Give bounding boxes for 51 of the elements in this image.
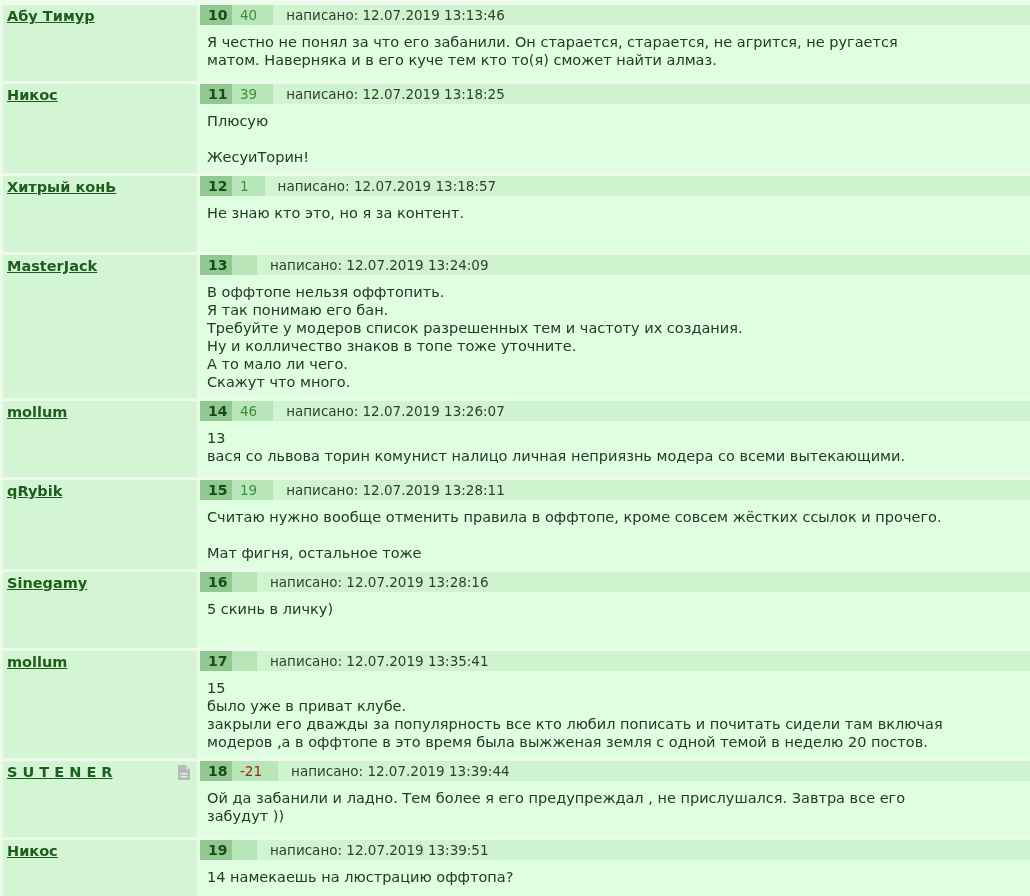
- post-text: Считаю нужно вообще отменить правила в оффтопе, кроме совсем жёстких ссылок и прочего. Мат фигня, остальное тоже: [207, 508, 943, 562]
- author-link[interactable]: qRybik: [7, 482, 63, 500]
- post-text: Плюсую ЖесуиТорин!: [207, 112, 311, 166]
- post-text: Не знаю кто это, но я за контент.: [207, 204, 465, 222]
- post-text: 14 намекаешь на люстрацию оффтопа?: [207, 868, 515, 886]
- post-text: 5 скинь в личку): [207, 600, 335, 618]
- post-rating: [232, 840, 257, 860]
- post-number: 10: [200, 5, 232, 25]
- post-rating: 40: [232, 5, 274, 25]
- post-number: 19: [200, 840, 232, 860]
- author-link[interactable]: S U T E N E R: [7, 763, 113, 781]
- post-date: написано: 12.07.2019 13:39:51: [270, 841, 489, 860]
- post-number: 17: [200, 651, 232, 671]
- post-rating: -21: [232, 761, 279, 781]
- author-link[interactable]: Хитрый конЬ: [7, 178, 117, 196]
- post-date: написано: 12.07.2019 13:28:16: [270, 573, 489, 592]
- post-date: написано: 12.07.2019 13:13:46: [286, 6, 505, 25]
- author-link[interactable]: mollum: [7, 403, 68, 421]
- post-number: 14: [200, 401, 232, 421]
- post-text: 15 было уже в приват клубе. закрыли его дважды за популярность все кто любил пописать и почитать сидели там включая модеров ,а в оффтопе в это время была выжженая земля с одной темой в неделю 20 постов.: [207, 679, 944, 751]
- author-link[interactable]: Sinegamy: [7, 574, 88, 592]
- post-number: 15: [200, 480, 232, 500]
- post-number: 18: [200, 761, 232, 781]
- post-date: написано: 12.07.2019 13:24:09: [270, 256, 489, 275]
- author-link[interactable]: Никос: [7, 842, 58, 860]
- post-date: написано: 12.07.2019 13:35:41: [270, 652, 489, 671]
- author-link[interactable]: MasterJack: [7, 257, 98, 275]
- post-rating: 19: [232, 480, 274, 500]
- post-text: Ой да забанили и ладно. Тем более я его предупреждал , не прислушался. Завтра все его забудут )): [207, 789, 907, 825]
- author-link[interactable]: Абу Тимур: [7, 7, 95, 25]
- document-icon: [178, 765, 190, 780]
- post-rating: [232, 651, 257, 671]
- post-text: 13 вася со львова торин комунист налицо личная неприязнь модера со всеми вытекающими.: [207, 429, 907, 465]
- post-date: написано: 12.07.2019 13:28:11: [286, 481, 505, 500]
- post-date: написано: 12.07.2019 13:18:57: [277, 177, 497, 196]
- post-number: 12: [200, 176, 232, 196]
- post-rating: [232, 572, 257, 592]
- post-date: написано: 12.07.2019 13:18:25: [286, 85, 505, 104]
- post-date: написано: 12.07.2019 13:39:44: [291, 762, 510, 781]
- post-number: 11: [200, 84, 232, 104]
- post-number: 13: [200, 255, 232, 275]
- post-rating: 46: [232, 401, 274, 421]
- post-rating: 39: [232, 84, 274, 104]
- post-text: Я честно не понял за что его забанили. Он старается, старается, не агрится, не ругается матом. Наверняка и в его куче тем кто то(я) сможет найти алмаз.: [207, 33, 899, 69]
- post-rating: 1: [232, 176, 265, 196]
- post-rating: [232, 255, 257, 275]
- post-number: 16: [200, 572, 232, 592]
- author-link[interactable]: Никос: [7, 86, 58, 104]
- post-date: написано: 12.07.2019 13:26:07: [286, 402, 505, 421]
- author-link[interactable]: mollum: [7, 653, 68, 671]
- post-text: В оффтопе нельзя оффтопить. Я так понимаю его бан. Требуйте у модеров список разрешенных тем и частоту их создания. Ну и колличество знаков в топе тоже уточните. А то мало ли чего. Скажут что много.: [207, 283, 744, 391]
